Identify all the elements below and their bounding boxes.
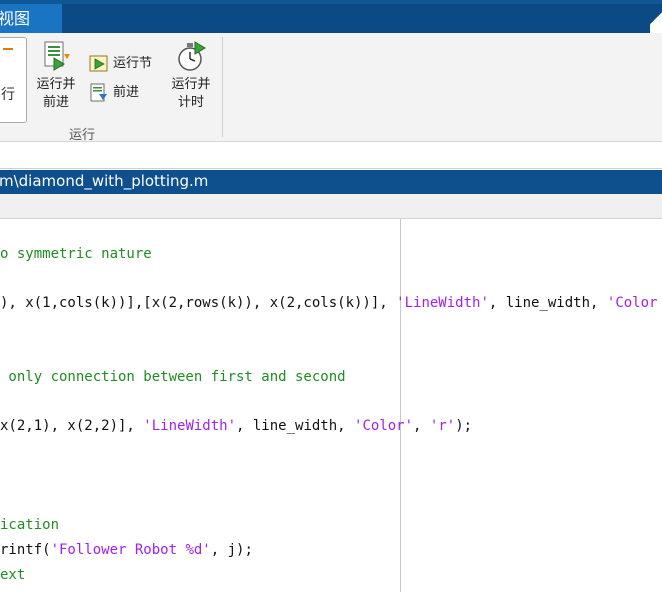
code-line[interactable]: ication <box>0 517 59 533</box>
run-button-label: 行 <box>1 87 15 103</box>
code-line[interactable]: ), x(1,cols(k))],[x(2,rows(k)), x(2,cols… <box>0 295 657 311</box>
run-advance-icon <box>44 41 70 71</box>
code-string: 'Follower Robot %d' <box>50 542 211 558</box>
code-line[interactable]: x(2,1), x(2,2)], 'LineWidth', line_width… <box>0 418 472 434</box>
tab-view[interactable]: 视图 <box>0 4 62 33</box>
tab-strip-filler <box>62 4 662 33</box>
run-section-icon <box>89 55 108 72</box>
run-arrow-icon <box>3 48 13 50</box>
run-and-time-label-1: 运行并 <box>171 77 211 92</box>
matlab-editor-window: 视图 行 运行并 前进 运行节 前进 运行并 计时 运行 m\diamond_w… <box>0 0 662 592</box>
code-token: , line_width, <box>488 295 607 311</box>
code-string: 'LineWidth' <box>396 295 489 311</box>
editor-file-tab[interactable]: m\diamond_with_plotting.m <box>0 170 662 194</box>
code-token: ); <box>455 418 473 434</box>
run-and-advance-label-1: 运行并 <box>36 77 76 92</box>
advance-button[interactable]: 前进 <box>89 82 139 104</box>
editor-tab-strip <box>0 194 662 219</box>
stopwatch-icon <box>178 41 206 71</box>
code-line[interactable]: ext <box>0 567 25 583</box>
code-token: x(2,1), x(2,2)], <box>0 418 144 434</box>
ribbon-panel: 行 运行并 前进 运行节 前进 运行并 计时 运行 <box>0 33 662 143</box>
run-and-time-button[interactable]: 运行并 计时 <box>169 40 213 112</box>
code-token: , j); <box>210 542 253 558</box>
code-comment: only connection between first and second <box>0 369 346 385</box>
ribbon-gap <box>0 142 662 170</box>
code-comment: o symmetric nature <box>0 246 152 262</box>
run-and-advance-label-2: 前进 <box>42 95 69 110</box>
code-string: 'Color <box>606 295 658 311</box>
ribbon-tab-strip: 视图 <box>0 0 662 33</box>
run-and-time-label-2: 计时 <box>177 95 204 110</box>
file-path-label: m\diamond_with_plotting.m <box>0 172 209 190</box>
advance-icon <box>90 83 107 102</box>
code-string: 'LineWidth' <box>143 418 237 434</box>
advance-label: 前进 <box>113 85 140 100</box>
run-button[interactable]: 行 <box>0 37 27 123</box>
code-token: , <box>413 418 430 434</box>
code-token: rintf( <box>0 542 51 558</box>
code-line[interactable]: o symmetric nature <box>0 246 152 262</box>
code-string: 'Color' <box>354 418 414 434</box>
code-token: , line_width, <box>236 418 355 434</box>
run-and-advance-button[interactable]: 运行并 前进 <box>34 40 78 112</box>
run-group-label: 运行 <box>69 128 96 143</box>
run-section-button[interactable]: 运行节 <box>89 53 152 75</box>
code-comment: ication <box>0 517 60 533</box>
run-section-label: 运行节 <box>113 56 153 71</box>
code-line[interactable]: only connection between first and second <box>0 369 346 385</box>
code-string: 'r' <box>429 418 456 434</box>
tab-view-label: 视图 <box>0 9 31 28</box>
code-comment: ext <box>0 567 26 583</box>
divider <box>0 168 662 169</box>
right-margin-ruler <box>400 219 401 592</box>
code-line[interactable]: rintf('Follower Robot %d', j); <box>0 542 253 558</box>
code-token: ), x(1,cols(k))],[x(2,rows(k)), x(2,cols… <box>0 295 397 311</box>
ribbon-group-separator <box>222 37 223 137</box>
code-editor[interactable]: o symmetric nature ), x(1,cols(k))],[x(2… <box>0 219 662 592</box>
